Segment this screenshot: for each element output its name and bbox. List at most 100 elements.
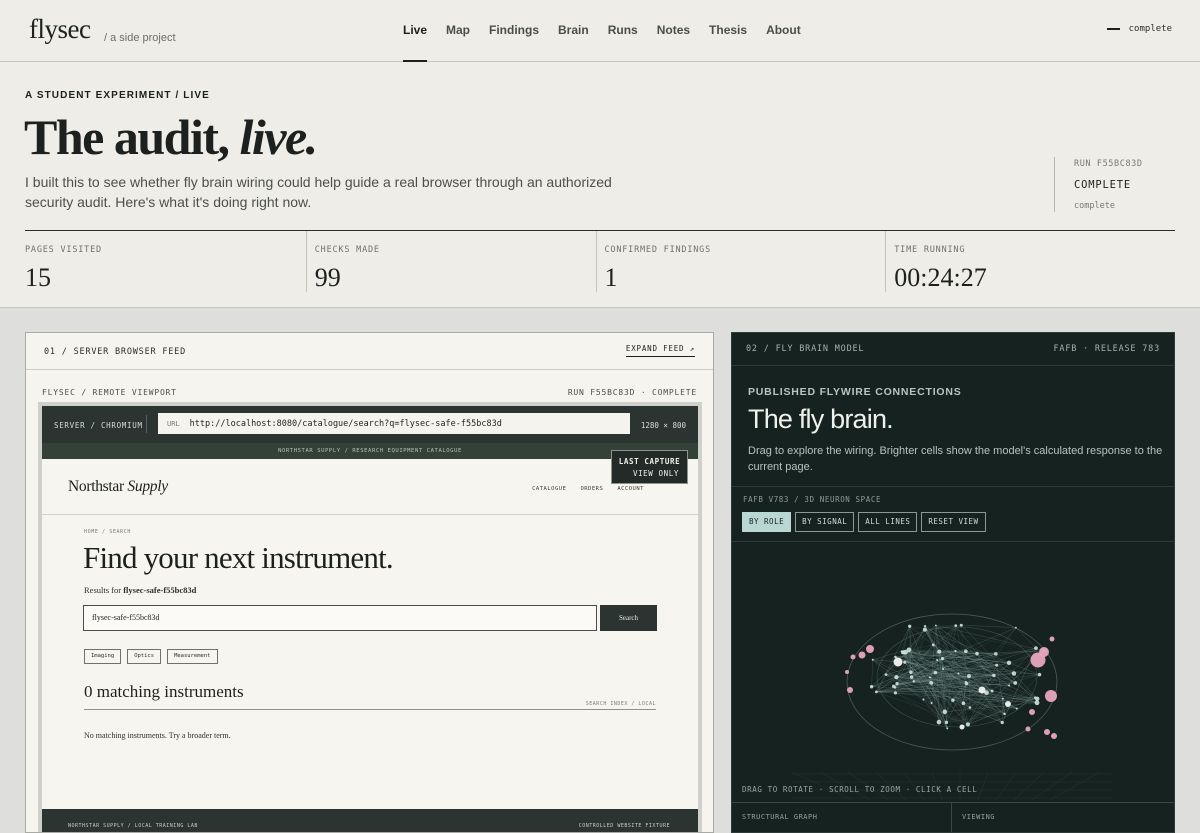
stat-value: 1 <box>604 263 618 292</box>
stat-value: 00:24:27 <box>894 263 987 292</box>
match-divider <box>84 709 656 710</box>
viewport-label: FLYSEC / REMOTE VIEWPORT <box>42 388 177 397</box>
site-search-button: Search <box>600 605 657 631</box>
stat-label: PAGES VISITED <box>25 245 102 255</box>
brain-eyebrow: PUBLISHED FLYWIRE CONNECTIONS <box>748 386 962 398</box>
feed-title: 01 / SERVER BROWSER FEED <box>44 347 187 357</box>
capture-mode: VIEW ONLY <box>632 469 679 478</box>
brain-divider <box>732 486 1174 487</box>
nav-live[interactable]: Live <box>403 0 428 62</box>
by-role-button[interactable]: BY ROLE <box>742 512 792 532</box>
page-title-main: The audit, <box>24 109 240 165</box>
page-title: The audit, live. <box>24 108 319 166</box>
site-link-catalogue: CATALOGUE <box>532 486 567 492</box>
capture-title: LAST CAPTURE <box>618 457 681 466</box>
site-brand: Northstar Supply <box>68 478 168 496</box>
results-prefix: Results for <box>84 585 124 595</box>
search-index-label: SEARCH INDEX / LOCAL <box>585 701 656 707</box>
url-label: URL <box>167 419 180 428</box>
by-signal-button[interactable]: BY SIGNAL <box>795 512 855 532</box>
browser-engine-label: SERVER / CHROMIUM <box>54 421 143 430</box>
browser-chrome: SERVER / CHROMIUM URL http://localhost:8… <box>42 406 698 443</box>
site-header: Northstar Supply CATALOGUE ORDERS ACCOUN… <box>42 459 698 515</box>
status-dash-icon <box>1106 28 1120 30</box>
nav-brain[interactable]: Brain <box>558 0 589 62</box>
stat-label: CHECKS MADE <box>314 245 380 255</box>
site-footer-right: CONTROLLED WEBSITE FIXTURE <box>578 823 670 829</box>
site-nav-links: CATALOGUE ORDERS ACCOUNT <box>518 486 644 492</box>
page-title-emphasis: live. <box>239 109 319 165</box>
site-search-input: flysec-safe-f55bc83d <box>83 605 597 631</box>
url-text: http://localhost:8080/catalogue/search?q… <box>189 418 502 429</box>
brain-header-divider <box>732 365 1174 366</box>
logo[interactable]: flysec <box>29 14 91 45</box>
nav-thesis[interactable]: Thesis <box>709 0 747 62</box>
nav-map[interactable]: Map <box>446 0 470 62</box>
viewport-run-label: RUN F55BC83D · COMPLETE <box>567 388 697 397</box>
site-footer: NORTHSTAR SUPPLY / LOCAL TRAINING LAB CO… <box>42 809 698 832</box>
site-top-strip: NORTHSTAR SUPPLY / RESEARCH EQUIPMENT CA… <box>42 443 698 459</box>
nav-findings[interactable]: Findings <box>489 0 539 62</box>
nav-runs[interactable]: Runs <box>608 0 638 62</box>
main-nav: Live Map Findings Brain Runs Notes Thesi… <box>403 0 820 62</box>
hero-eyebrow: A STUDENT EXPERIMENT / LIVE <box>25 90 210 101</box>
stat-time-running: TIME RUNNING 00:24:27 <box>886 231 1175 292</box>
remote-browser: SERVER / CHROMIUM URL http://localhost:8… <box>42 406 698 832</box>
viewport-size: 1280 × 800 <box>640 421 686 430</box>
last-capture-badge: LAST CAPTURE VIEW ONLY <box>611 450 688 484</box>
stat-value: 15 <box>25 263 51 292</box>
viewing-label: VIEWING <box>962 813 996 821</box>
brain-footer-divider <box>951 803 952 832</box>
chip-optics: Optics <box>127 649 162 664</box>
run-summary: RUN F55BC83D COMPLETE complete <box>1054 157 1174 212</box>
run-status-text: complete <box>1128 24 1172 34</box>
stat-label: CONFIRMED FINDINGS <box>604 245 712 255</box>
remote-viewport: SERVER / CHROMIUM URL http://localhost:8… <box>38 402 702 832</box>
chip-measurement: Measurement <box>167 649 218 664</box>
structural-graph-label: STRUCTURAL GRAPH <box>742 813 818 821</box>
results-for: Results for flysec-safe-f55bc83d <box>84 585 196 595</box>
stats-row: PAGES VISITED 15 CHECKS MADE 99 CONFIRME… <box>25 230 1175 292</box>
site-breadcrumb: HOME / SEARCH <box>84 529 131 535</box>
site-brand-main: Northstar <box>68 478 128 495</box>
no-match-message: No matching instruments. Try a broader t… <box>84 731 231 740</box>
match-count-heading: 0 matching instruments <box>84 682 244 701</box>
stat-pages-visited: PAGES VISITED 15 <box>25 231 307 292</box>
browser-feed-panel: 01 / SERVER BROWSER FEED EXPAND FEED ↗ F… <box>25 332 714 833</box>
brain-footer: STRUCTURAL GRAPH VIEWING <box>732 802 1174 832</box>
hero-description: I built this to see whether fly brain wi… <box>25 174 612 210</box>
brain-release: FAFB · RELEASE 783 <box>1053 344 1160 354</box>
run-status: COMPLETE <box>1074 179 1131 191</box>
run-status-indicator: complete <box>1106 24 1172 34</box>
site-link-account: ACCOUNT <box>617 486 644 492</box>
brain-view-controls: BY ROLE BY SIGNAL ALL LINES RESET VIEW <box>742 512 990 532</box>
neuron-space-label: FAFB V783 / 3D NEURON SPACE <box>743 495 882 504</box>
run-substatus: complete <box>1074 201 1115 211</box>
nav-about[interactable]: About <box>766 0 801 62</box>
stat-checks-made: CHECKS MADE 99 <box>307 231 597 292</box>
brain-panel-title: 02 / FLY BRAIN MODEL <box>746 344 865 354</box>
top-navigation: flysec / a side project Live Map Finding… <box>0 0 1200 62</box>
results-query: flysec-safe-f55bc83d <box>123 585 197 595</box>
stat-label: TIME RUNNING <box>894 245 966 255</box>
reset-view-button[interactable]: RESET VIEW <box>921 512 986 532</box>
brain-description: Drag to explore the wiring. Brighter cel… <box>748 445 1163 473</box>
stat-value: 99 <box>314 263 341 292</box>
neuron-graph-canvas[interactable] <box>732 542 1174 802</box>
chip-imaging: Imaging <box>84 649 122 664</box>
chrome-separator <box>146 415 147 433</box>
brain-interaction-hint: DRAG TO ROTATE · SCROLL TO ZOOM · CLICK … <box>742 785 978 794</box>
tagline: / a side project <box>104 32 176 44</box>
filter-chips: Imaging Optics Measurement <box>84 649 224 664</box>
run-id: RUN F55BC83D <box>1074 159 1143 169</box>
site-brand-emphasis: Supply <box>127 478 168 495</box>
site-footer-left: NORTHSTAR SUPPLY / LOCAL TRAINING LAB <box>68 823 198 829</box>
expand-feed-button[interactable]: EXPAND FEED ↗ <box>625 344 695 357</box>
nav-notes[interactable]: Notes <box>657 0 690 62</box>
all-lines-button[interactable]: ALL LINES <box>858 512 918 532</box>
site-heading: Find your next instrument. <box>83 540 394 575</box>
brain-model-panel: 02 / FLY BRAIN MODEL FAFB · RELEASE 783 … <box>731 332 1175 833</box>
url-bar: URL http://localhost:8080/catalogue/sear… <box>158 413 630 434</box>
site-link-orders: ORDERS <box>580 486 604 492</box>
brain-heading: The fly brain. <box>748 404 894 434</box>
